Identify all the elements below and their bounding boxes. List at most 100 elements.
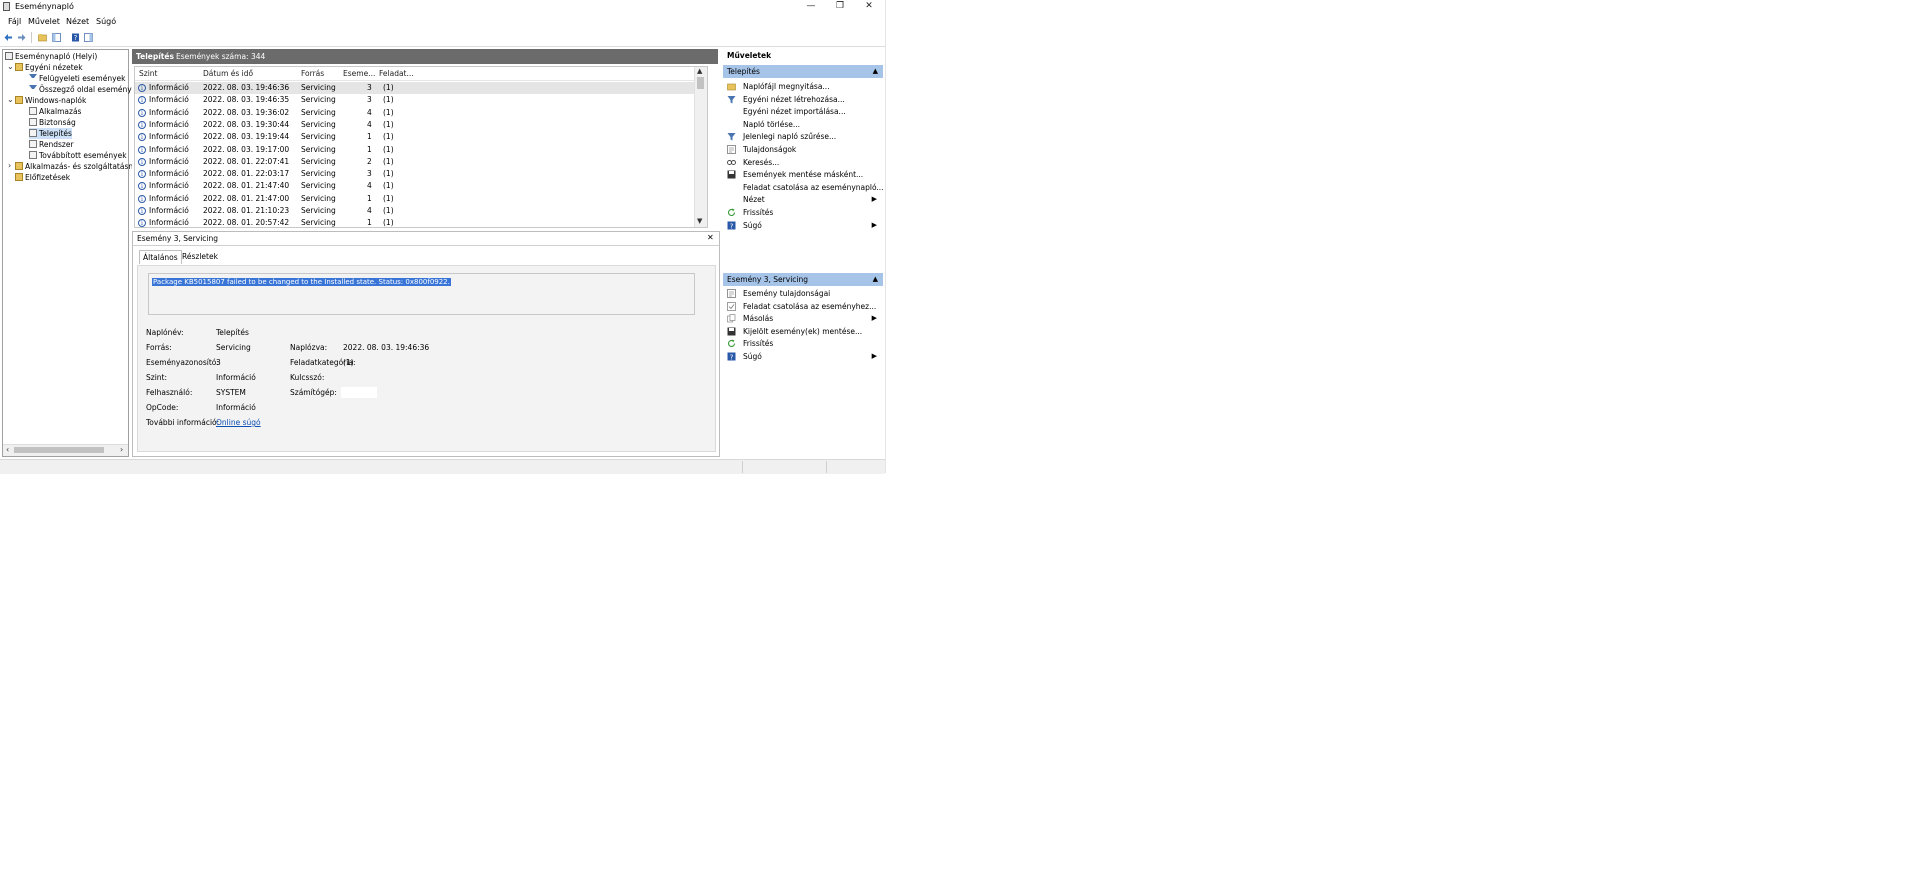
column-event-id[interactable]: Eseme...: [343, 69, 375, 78]
scroll-up-icon[interactable]: ▲: [697, 67, 702, 75]
scroll-down-icon[interactable]: ▼: [697, 217, 702, 225]
table-row[interactable]: i Információ 2022. 08. 01. 21:47:00 Servici…: [135, 193, 695, 205]
tree-item-custom-views[interactable]: Egyéni nézetek: [15, 62, 83, 73]
tab-details[interactable]: Részletek: [179, 250, 221, 263]
action-item[interactable]: Feladat csatolása az eseménynapló...: [723, 181, 884, 194]
table-row[interactable]: i Információ 2022. 08. 03. 19:46:36 Servici…: [135, 82, 695, 94]
action-item[interactable]: Frissítés: [723, 206, 883, 219]
help-icon[interactable]: ?: [71, 33, 80, 42]
cell-task: (1): [383, 206, 394, 215]
tree-item-windows-logs[interactable]: Windows-naplók: [15, 95, 86, 106]
scrollbar-thumb[interactable]: [697, 77, 704, 89]
close-window-button[interactable]: ✕: [855, 0, 883, 13]
action-item[interactable]: Egyéni nézet importálása...: [723, 105, 883, 118]
horizontal-scrollbar[interactable]: ‹ ›: [3, 444, 128, 456]
cell-date: 2022. 08. 01. 22:03:17: [203, 169, 290, 179]
event-message-box[interactable]: Package KB5015807 failed to be changed t…: [148, 273, 695, 315]
info-icon: i: [138, 108, 146, 117]
restore-button[interactable]: ❐: [826, 0, 854, 13]
close-icon[interactable]: ✕: [707, 233, 714, 242]
table-row[interactable]: i Információ 2022. 08. 03. 19:36:02 Servici…: [135, 107, 695, 119]
scroll-right-icon[interactable]: ›: [120, 445, 123, 454]
table-row[interactable]: i Információ 2022. 08. 01. 22:03:17 Servici…: [135, 168, 695, 180]
chevron-down-icon[interactable]: ⌄: [7, 62, 14, 71]
tree-item-subscriptions[interactable]: Előfizetések: [15, 172, 70, 183]
info-icon: i: [138, 145, 146, 154]
label-keywords: Kulcsszó:: [290, 373, 325, 382]
events-vertical-scrollbar[interactable]: ▲ ▼: [694, 67, 707, 227]
folder-icon: [15, 96, 23, 104]
table-row[interactable]: i Információ 2022. 08. 03. 19:19:44 Servici…: [135, 131, 695, 143]
cell-event-id: 2: [367, 156, 372, 166]
action-item[interactable]: Esemény tulajdonságai: [723, 287, 883, 300]
scrollbar-thumb[interactable]: [14, 447, 104, 453]
cell-date: 2022. 08. 03. 19:46:36: [203, 83, 290, 92]
table-row[interactable]: i Információ 2022. 08. 03. 19:46:35 Servici…: [135, 94, 695, 106]
menu-file[interactable]: Fájl: [8, 17, 21, 26]
menu-help[interactable]: Súgó: [96, 17, 116, 26]
table-row[interactable]: i Információ 2022. 08. 03. 19:17:00 Servici…: [135, 144, 695, 156]
folder-icon[interactable]: [38, 33, 47, 42]
actions-section-setup[interactable]: Telepítés ▲: [723, 65, 883, 78]
action-item[interactable]: Naplófájl megnyitása...: [723, 80, 883, 93]
tree-item-system[interactable]: Rendszer: [29, 139, 74, 150]
action-item[interactable]: Kijelölt esemény(ek) mentése...: [723, 325, 883, 338]
menu-action[interactable]: Művelet: [28, 17, 60, 26]
minimize-button[interactable]: —: [797, 0, 825, 13]
log-icon: [29, 140, 37, 148]
table-row[interactable]: i Információ 2022. 08. 01. 20:57:42 Servici…: [135, 217, 695, 227]
chevron-right-icon[interactable]: ›: [8, 161, 11, 170]
cell-task: (1): [383, 119, 394, 129]
action-item[interactable]: Másolás ▶: [723, 312, 883, 325]
table-row[interactable]: i Információ 2022. 08. 01. 21:10:23 Servici…: [135, 205, 695, 217]
menu-view[interactable]: Nézet: [66, 17, 89, 26]
action-item[interactable]: ? Súgó ▶: [723, 219, 883, 232]
label-computer: Számítógép:: [290, 388, 337, 397]
table-row[interactable]: i Információ 2022. 08. 03. 19:30:44 Servici…: [135, 119, 695, 131]
tree-item-apps-services[interactable]: Alkalmazás- és szolgáltatásn: [15, 161, 133, 172]
forward-arrow-icon[interactable]: [17, 33, 26, 42]
value-source: Servicing: [216, 343, 251, 352]
collapse-arrow-icon[interactable]: ▲: [873, 273, 878, 286]
action-item[interactable]: Napló törlése...: [723, 118, 883, 131]
event-message[interactable]: Package KB5015807 failed to be changed t…: [152, 278, 451, 286]
action-item[interactable]: ? Súgó ▶: [723, 350, 883, 363]
back-arrow-icon[interactable]: [4, 33, 13, 42]
tab-general[interactable]: Általános: [139, 250, 182, 264]
cell-event-id: 1: [367, 144, 372, 154]
actions-section-event[interactable]: Esemény 3, Servicing ▲: [723, 273, 883, 286]
show-hide-action-pane-icon[interactable]: [84, 33, 93, 42]
tree-item-summary[interactable]: Összegző oldal eseménye: [29, 84, 136, 95]
tree-item-admin-events[interactable]: Felügyeleti események: [29, 73, 125, 84]
column-source[interactable]: Forrás: [301, 69, 324, 78]
collapse-arrow-icon[interactable]: ▲: [873, 65, 878, 78]
cell-source: Servicing: [301, 169, 336, 179]
general-tab-content: Package KB5015807 failed to be changed t…: [137, 265, 716, 452]
cell-date: 2022. 08. 03. 19:46:35: [203, 95, 290, 105]
tree-item-setup[interactable]: Telepítés: [29, 128, 72, 139]
action-item[interactable]: Keresés...: [723, 156, 883, 169]
scroll-left-icon[interactable]: ‹: [6, 445, 9, 454]
column-task[interactable]: Feladat...: [379, 69, 414, 78]
show-hide-tree-icon[interactable]: [52, 33, 61, 42]
online-help-link[interactable]: Online súgó: [216, 418, 261, 427]
cell-source: Servicing: [301, 181, 336, 191]
action-item[interactable]: Tulajdonságok: [723, 143, 883, 156]
action-item[interactable]: Feladat csatolása az eseményhez...: [723, 300, 883, 313]
table-row[interactable]: i Információ 2022. 08. 01. 21:47:40 Servici…: [135, 180, 695, 192]
cell-task: (1): [383, 193, 394, 203]
column-level[interactable]: Szint: [139, 69, 157, 78]
action-item[interactable]: Jelenlegi napló szűrése...: [723, 130, 883, 143]
action-item[interactable]: Frissítés: [723, 337, 883, 350]
tree-item-forwarded[interactable]: Továbbított események: [29, 150, 127, 161]
table-row[interactable]: i Információ 2022. 08. 01. 22:07:41 Servici…: [135, 156, 695, 168]
tree-item-root[interactable]: Eseménynapló (Helyi): [5, 51, 97, 62]
action-item[interactable]: Események mentése másként...: [723, 168, 883, 181]
tree-item-application[interactable]: Alkalmazás: [29, 106, 81, 117]
action-item[interactable]: Nézet ▶: [723, 193, 883, 206]
tree-item-security[interactable]: Biztonság: [29, 117, 76, 128]
column-date[interactable]: Dátum és idő: [203, 69, 253, 78]
chevron-down-icon[interactable]: ⌄: [7, 95, 14, 104]
action-item[interactable]: Egyéni nézet létrehozása...: [723, 93, 883, 106]
action-label: Súgó: [743, 220, 762, 230]
